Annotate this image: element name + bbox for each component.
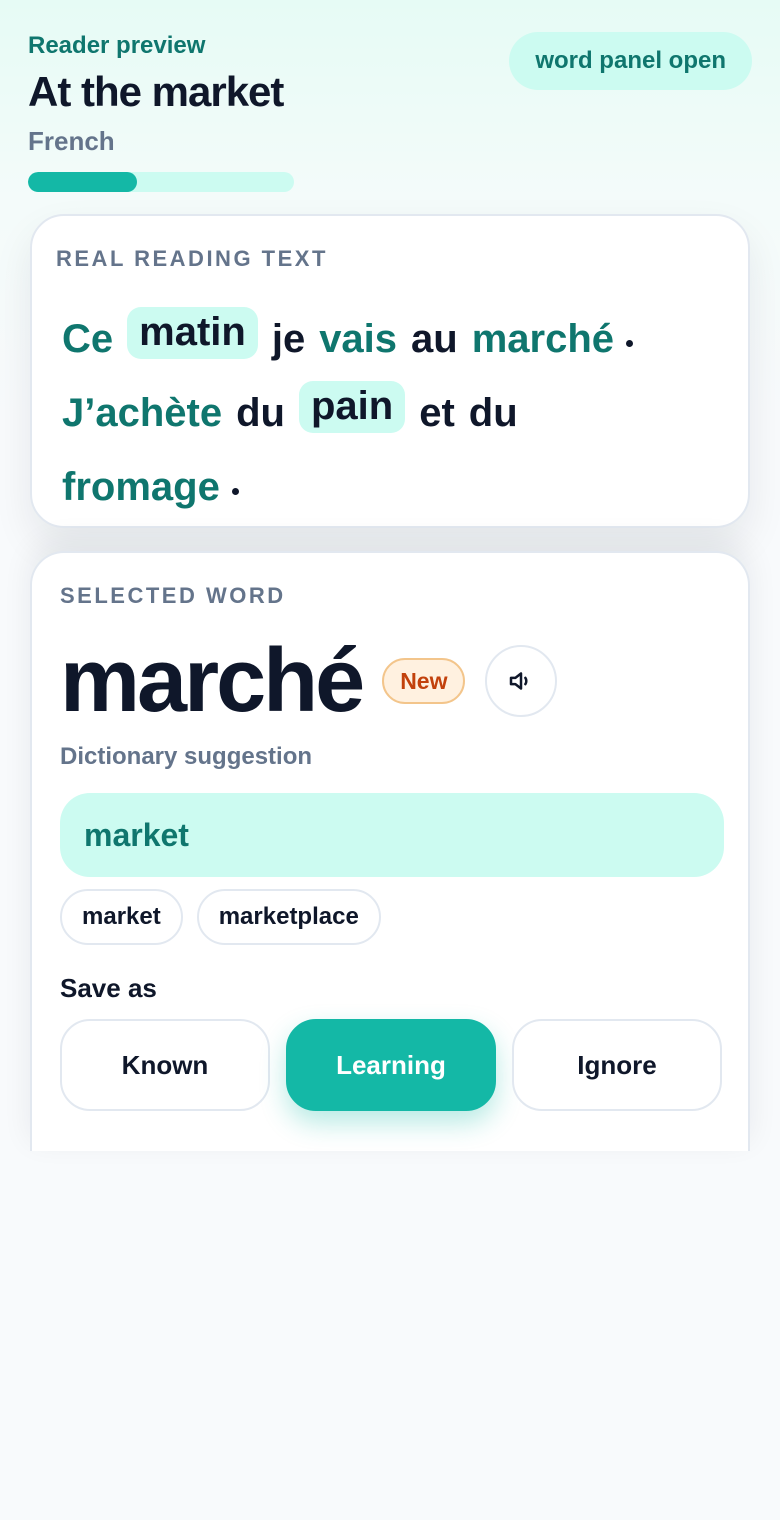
- reading-word-new[interactable]: matin: [127, 307, 258, 359]
- reading-line: Ce matin je vais au marché: [62, 302, 722, 376]
- save-known-button[interactable]: Known: [60, 1019, 270, 1111]
- selected-word-section-label: SELECTED WORD: [60, 583, 286, 608]
- reader-header: Reader preview At the market French word…: [28, 30, 752, 200]
- reading-word-known[interactable]: du: [236, 393, 285, 433]
- reading-line: fromage: [62, 450, 722, 524]
- reading-word-known[interactable]: je: [272, 319, 305, 359]
- reading-text: Ce matin je vais au marché J’achète du pain et du f…: [62, 302, 722, 524]
- reading-text-card: REAL READING TEXT Ce matin je vais au marché J…: [30, 214, 750, 528]
- sentence-period: [231, 487, 239, 495]
- save-as-label: Save as: [60, 973, 157, 1003]
- save-learning-button[interactable]: Learning: [286, 1019, 496, 1111]
- word-panel-status-pill[interactable]: word panel open: [509, 32, 752, 90]
- reading-word-learning[interactable]: Ce: [62, 319, 113, 359]
- play-audio-button[interactable]: [485, 645, 558, 717]
- reading-word-learning[interactable]: J’achète: [62, 393, 222, 433]
- reading-word-learning[interactable]: vais: [319, 319, 397, 359]
- reading-progress-bar: [28, 172, 294, 192]
- reading-section-label: REAL READING TEXT: [56, 246, 328, 271]
- dictionary-suggestion[interactable]: market: [60, 793, 724, 877]
- reading-word-learning[interactable]: marché: [472, 319, 614, 359]
- reading-line: J’achète du pain et du: [62, 376, 722, 450]
- alternative-chip[interactable]: market: [60, 889, 183, 945]
- alternative-translations: market marketplace: [60, 889, 381, 945]
- selected-word: marché: [60, 631, 365, 731]
- reader-eyebrow: Reader preview: [28, 32, 206, 59]
- reading-word-known[interactable]: et: [419, 393, 455, 433]
- reading-word-new[interactable]: pain: [298, 381, 406, 433]
- language-label: French: [28, 126, 115, 156]
- page-title: At the market: [28, 68, 284, 115]
- save-ignore-button[interactable]: Ignore: [512, 1019, 722, 1111]
- dictionary-label: Dictionary suggestion: [60, 743, 313, 770]
- reading-word-known[interactable]: au: [411, 319, 458, 359]
- alternative-chip[interactable]: marketplace: [196, 889, 381, 945]
- reading-progress-fill: [28, 172, 138, 192]
- selected-word-panel: SELECTED WORD marché New Dictionary sugg…: [30, 551, 750, 1151]
- speaker-icon: [510, 672, 529, 690]
- sentence-period: [626, 339, 634, 347]
- selected-word-row: marché New: [60, 631, 558, 731]
- reading-word-learning[interactable]: fromage: [62, 467, 220, 507]
- status-badge: New: [382, 658, 466, 704]
- save-as-options: Known Learning Ignore: [60, 1019, 722, 1111]
- reading-word-known[interactable]: du: [469, 393, 518, 433]
